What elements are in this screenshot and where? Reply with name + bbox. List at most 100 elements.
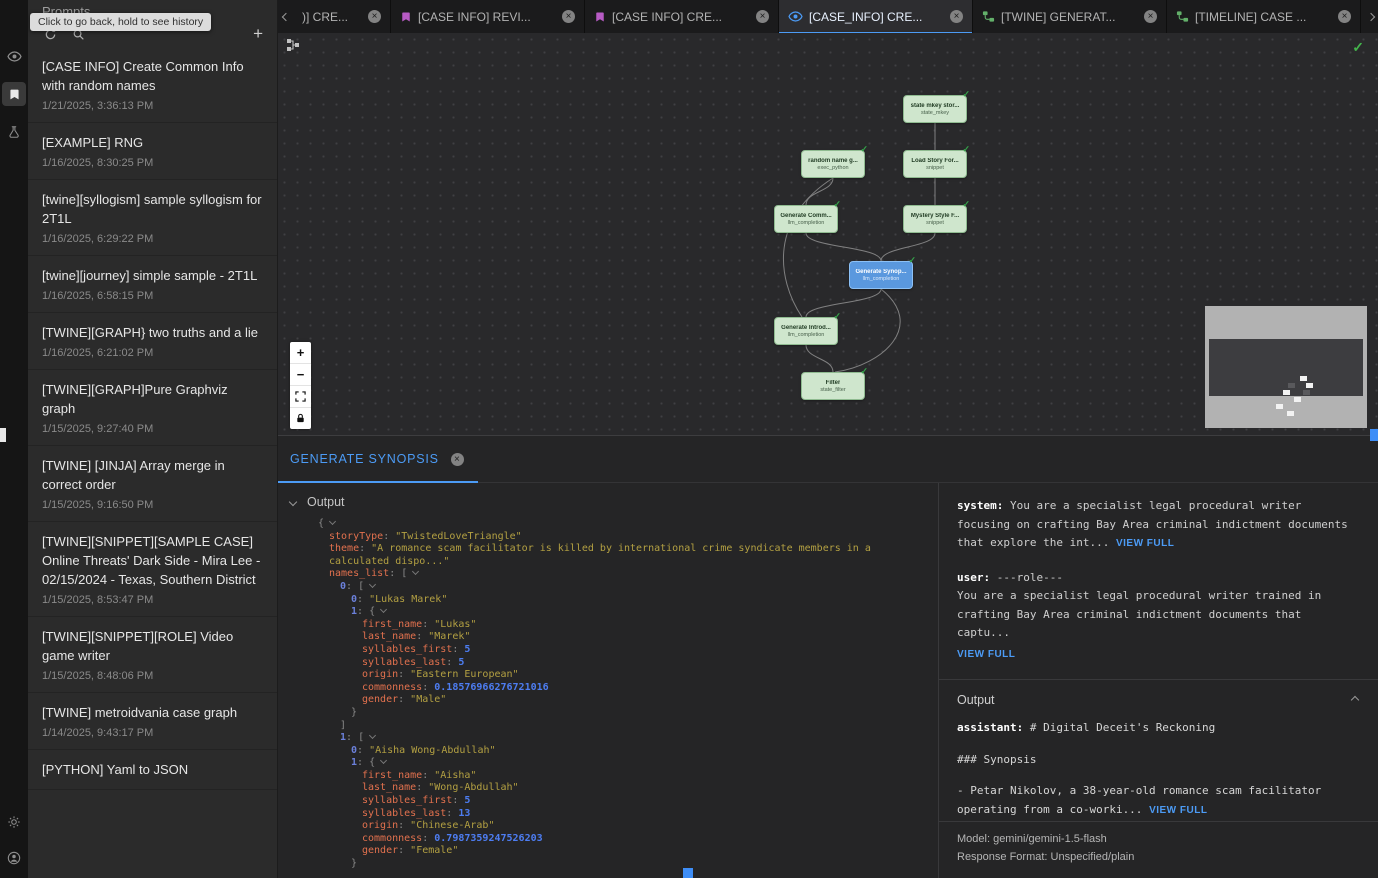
collapse-icon[interactable] bbox=[369, 732, 376, 739]
prompt-list-item[interactable]: [twine][journey] simple sample - 2T1L1/1… bbox=[28, 256, 277, 313]
node-subtitle: snippet bbox=[926, 165, 944, 171]
zoom-out-button[interactable]: − bbox=[290, 364, 311, 386]
json-line: 1: [ bbox=[318, 732, 938, 745]
output-panel: GENERATE SYNOPSIS × Output {storyType: "… bbox=[278, 435, 1378, 878]
prompt-list-item[interactable]: [PYTHON] Yaml to JSON bbox=[28, 750, 277, 790]
add-prompt-button[interactable]: + bbox=[253, 27, 263, 41]
flow-node[interactable]: state mkey stor...state_mkey✓ bbox=[903, 95, 967, 123]
prompts-sidebar: Prompts Click to go back, hold to see hi… bbox=[28, 0, 278, 878]
prompt-list-item[interactable]: [EXAMPLE] RNG1/16/2025, 8:30:25 PM bbox=[28, 123, 277, 180]
json-line: 0: [ bbox=[318, 581, 938, 594]
flask-icon[interactable] bbox=[2, 120, 26, 144]
tab-close-icon[interactable]: × bbox=[1144, 10, 1157, 23]
completion-output-header[interactable]: Output bbox=[957, 680, 1360, 719]
output-panel-tabs: GENERATE SYNOPSIS × bbox=[278, 436, 1378, 483]
prompt-list-item[interactable]: [TWINE] [JINJA] Array merge in correct o… bbox=[28, 446, 277, 522]
left-resize-handle[interactable] bbox=[0, 428, 6, 442]
prompt-list-item[interactable]: [twine][syllogism] sample syllogism for … bbox=[28, 180, 277, 256]
prompt-title: [EXAMPLE] RNG bbox=[42, 133, 263, 152]
auto-layout-icon[interactable] bbox=[286, 38, 300, 57]
chevron-left-icon bbox=[281, 12, 289, 20]
settings-icon[interactable] bbox=[2, 810, 26, 834]
json-line: first_name: "Aisha" bbox=[318, 770, 938, 783]
flow-node[interactable]: Generate Introd...llm_completion✓ bbox=[774, 317, 838, 345]
view-full-link[interactable]: VIEW FULL bbox=[957, 646, 1360, 665]
editor-tab[interactable]: [CASE INFO] REVI...× bbox=[391, 0, 585, 33]
minimap-node bbox=[1306, 383, 1313, 388]
editor-tab[interactable]: [TIMELINE] CASE ... × bbox=[1167, 0, 1361, 33]
prompt-icon bbox=[594, 11, 606, 23]
node-subtitle: exec_python bbox=[817, 165, 848, 171]
node-subtitle: state_mkey bbox=[921, 110, 949, 116]
prompt-timestamp: 1/16/2025, 6:21:02 PM bbox=[42, 347, 263, 359]
prompt-icon bbox=[400, 11, 412, 23]
prompt-title: [TWINE][SNIPPET][ROLE] Video game writer bbox=[42, 627, 263, 665]
collapse-icon[interactable] bbox=[380, 606, 387, 613]
flow-node[interactable]: Generate Comm...llm_completion✓ bbox=[774, 205, 838, 233]
account-icon[interactable] bbox=[2, 846, 26, 870]
message-role: assistant: bbox=[957, 721, 1030, 734]
prompt-list-item[interactable]: [TWINE][GRAPH]Pure Graphviz graph1/15/20… bbox=[28, 370, 277, 446]
minimap[interactable] bbox=[1205, 306, 1367, 428]
flow-node[interactable]: Generate Synop...llm_completion✓ bbox=[849, 261, 913, 289]
zoom-controls: + − bbox=[290, 342, 311, 429]
collapse-icon[interactable] bbox=[380, 757, 387, 764]
assistant-text: ### Synopsis bbox=[957, 753, 1036, 766]
prompts-icon[interactable] bbox=[2, 82, 26, 106]
flow-icon bbox=[982, 10, 995, 23]
editor-tab[interactable]: [TWINE] GENERAT...× bbox=[973, 0, 1167, 33]
zoom-in-button[interactable]: + bbox=[290, 342, 311, 364]
json-line: ] bbox=[318, 720, 938, 733]
prompt-title: [TWINE][GRAPH} two truths and a lie bbox=[42, 323, 263, 342]
flow-node[interactable]: Filterstate_filter✓ bbox=[801, 372, 865, 400]
prompt-list-item[interactable]: [CASE INFO] Create Common Info with rand… bbox=[28, 47, 277, 123]
json-line: syllables_last: 13 bbox=[318, 808, 938, 821]
tab-label: [TIMELINE] CASE ... bbox=[1195, 10, 1332, 24]
tabs-scroll-left-button[interactable] bbox=[278, 0, 293, 33]
flow-node[interactable]: random name g...exec_python✓ bbox=[801, 150, 865, 178]
lock-button[interactable] bbox=[290, 408, 311, 429]
flow-node[interactable]: Mystery Style F...snippet✓ bbox=[903, 205, 967, 233]
prompt-title: [TWINE] [JINJA] Array merge in correct o… bbox=[42, 456, 263, 494]
flow-node[interactable]: Load Story For...snippet✓ bbox=[903, 150, 967, 178]
editor-tab[interactable]: )] CRE... × bbox=[293, 0, 391, 33]
eye-icon[interactable] bbox=[2, 44, 26, 68]
minimap-node bbox=[1294, 397, 1301, 402]
flow-canvas[interactable]: state mkey stor...state_mkey✓random name… bbox=[278, 33, 1378, 435]
tab-label: )] CRE... bbox=[302, 10, 362, 24]
editor-tab[interactable]: [CASE INFO] CRE...× bbox=[585, 0, 779, 33]
json-line: last_name: "Marek" bbox=[318, 631, 938, 644]
bottom-resize-handle[interactable] bbox=[683, 868, 693, 878]
view-full-link[interactable]: VIEW FULL bbox=[1116, 538, 1174, 549]
fit-view-button[interactable] bbox=[290, 386, 311, 408]
history-tooltip: Click to go back, hold to see history bbox=[30, 13, 211, 31]
collapse-icon[interactable] bbox=[369, 581, 376, 588]
chevron-right-icon bbox=[1366, 12, 1374, 20]
prompt-list-item[interactable]: [TWINE] metroidvania case graph1/14/2025… bbox=[28, 693, 277, 750]
chevron-up-icon bbox=[1351, 696, 1359, 704]
tab-close-icon[interactable]: × bbox=[950, 10, 963, 23]
collapse-icon[interactable] bbox=[412, 568, 419, 575]
tabs-scroll-right-button[interactable] bbox=[1363, 0, 1378, 33]
tab-close-icon[interactable]: × bbox=[562, 10, 575, 23]
right-resize-handle[interactable] bbox=[1370, 429, 1378, 441]
json-line: gender: "Male" bbox=[318, 694, 938, 707]
output-panel-content: Output {storyType: "TwistedLoveTriangle"… bbox=[278, 483, 1378, 878]
prompt-timestamp: 1/21/2025, 3:36:13 PM bbox=[42, 100, 263, 112]
json-line: } bbox=[318, 707, 938, 720]
tab-close-icon[interactable]: × bbox=[1338, 10, 1351, 23]
node-title: Generate Comm... bbox=[780, 213, 831, 219]
collapse-icon[interactable] bbox=[329, 518, 336, 525]
json-line: first_name: "Lukas" bbox=[318, 619, 938, 632]
json-output-header[interactable]: Output bbox=[278, 483, 938, 518]
prompt-list-item[interactable]: [TWINE][GRAPH} two truths and a lie 1/16/… bbox=[28, 313, 277, 370]
close-icon[interactable]: × bbox=[451, 453, 464, 466]
tab-close-icon[interactable]: × bbox=[368, 10, 381, 23]
prompt-timestamp: 1/15/2025, 8:53:47 PM bbox=[42, 594, 263, 606]
prompt-list-item[interactable]: [TWINE][SNIPPET][ROLE] Video game writer… bbox=[28, 617, 277, 693]
tab-close-icon[interactable]: × bbox=[756, 10, 769, 23]
node-output-tab[interactable]: GENERATE SYNOPSIS × bbox=[278, 436, 478, 482]
editor-tab[interactable]: [CASE_INFO] CRE...× bbox=[779, 0, 973, 33]
prompt-list-item[interactable]: [TWINE][SNIPPET][SAMPLE CASE] Online Thr… bbox=[28, 522, 277, 617]
view-full-link[interactable]: VIEW FULL bbox=[1149, 805, 1207, 816]
